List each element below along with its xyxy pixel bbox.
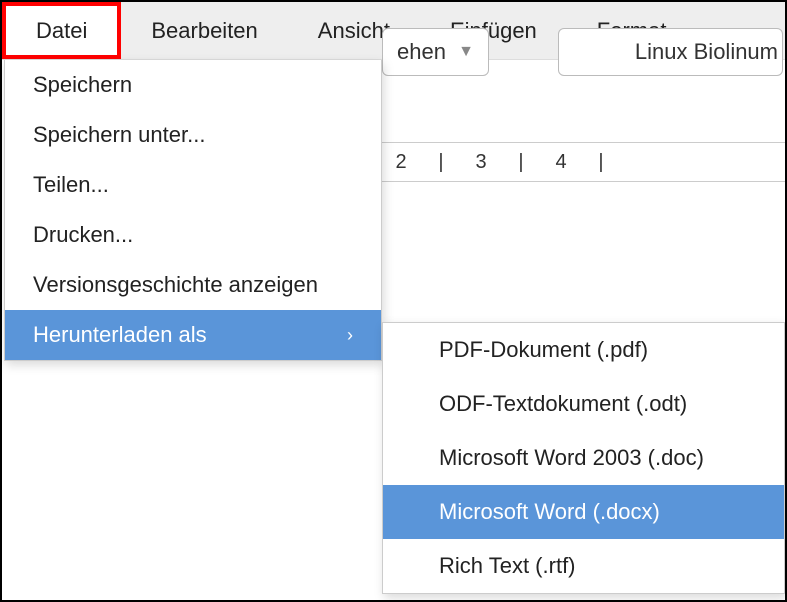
chevron-down-icon: ▼ <box>458 43 474 61</box>
menu-datei[interactable]: Datei <box>2 2 121 59</box>
menu-item-label: Versionsgeschichte anzeigen <box>33 272 318 298</box>
submenu-item-label: Rich Text (.rtf) <box>439 553 576 579</box>
menu-item-label: Drucken... <box>33 222 133 248</box>
submenu-item-label: ODF-Textdokument (.odt) <box>439 391 687 417</box>
menu-item-label: Speichern unter... <box>33 122 205 148</box>
style-dropdown[interactable]: ehen ▼ <box>382 28 489 76</box>
chevron-right-icon: › <box>347 325 353 346</box>
ruler-mark: 4 <box>542 151 582 174</box>
menu-item-herunterladen-als[interactable]: Herunterladen als › <box>5 310 381 360</box>
submenu-item-odt[interactable]: ODF-Textdokument (.odt) <box>383 377 784 431</box>
menu-item-speichern[interactable]: Speichern <box>5 60 381 110</box>
submenu-item-rtf[interactable]: Rich Text (.rtf) <box>383 539 784 593</box>
submenu-item-label: PDF-Dokument (.pdf) <box>439 337 648 363</box>
submenu-item-label: Microsoft Word (.docx) <box>439 499 660 525</box>
submenu-item-docx[interactable]: Microsoft Word (.docx) <box>383 485 784 539</box>
ruler-tick: | <box>502 151 542 174</box>
menu-bearbeiten[interactable]: Bearbeiten <box>121 2 287 59</box>
style-dropdown-text: ehen <box>397 39 446 65</box>
menu-item-teilen[interactable]: Teilen... <box>5 160 381 210</box>
ruler-tick: | <box>582 151 622 174</box>
menu-item-label: Teilen... <box>33 172 109 198</box>
submenu-item-pdf[interactable]: PDF-Dokument (.pdf) <box>383 323 784 377</box>
submenu-item-label: Microsoft Word 2003 (.doc) <box>439 445 704 471</box>
ruler: 2 | 3 | 4 | <box>382 142 785 182</box>
ruler-tick: | <box>422 151 462 174</box>
menu-item-label: Herunterladen als <box>33 322 207 348</box>
submenu-item-doc[interactable]: Microsoft Word 2003 (.doc) <box>383 431 784 485</box>
file-dropdown-menu: Speichern Speichern unter... Teilen... D… <box>4 60 382 361</box>
ruler-mark: 2 <box>382 151 422 174</box>
font-dropdown-text: Linux Biolinum <box>635 39 778 65</box>
download-as-submenu: PDF-Dokument (.pdf) ODF-Textdokument (.o… <box>382 322 785 594</box>
ruler-mark: 3 <box>462 151 502 174</box>
menu-item-drucken[interactable]: Drucken... <box>5 210 381 260</box>
menu-item-speichern-unter[interactable]: Speichern unter... <box>5 110 381 160</box>
font-dropdown[interactable]: Linux Biolinum <box>558 28 783 76</box>
menu-item-versionsgeschichte[interactable]: Versionsgeschichte anzeigen <box>5 260 381 310</box>
menu-item-label: Speichern <box>33 72 132 98</box>
